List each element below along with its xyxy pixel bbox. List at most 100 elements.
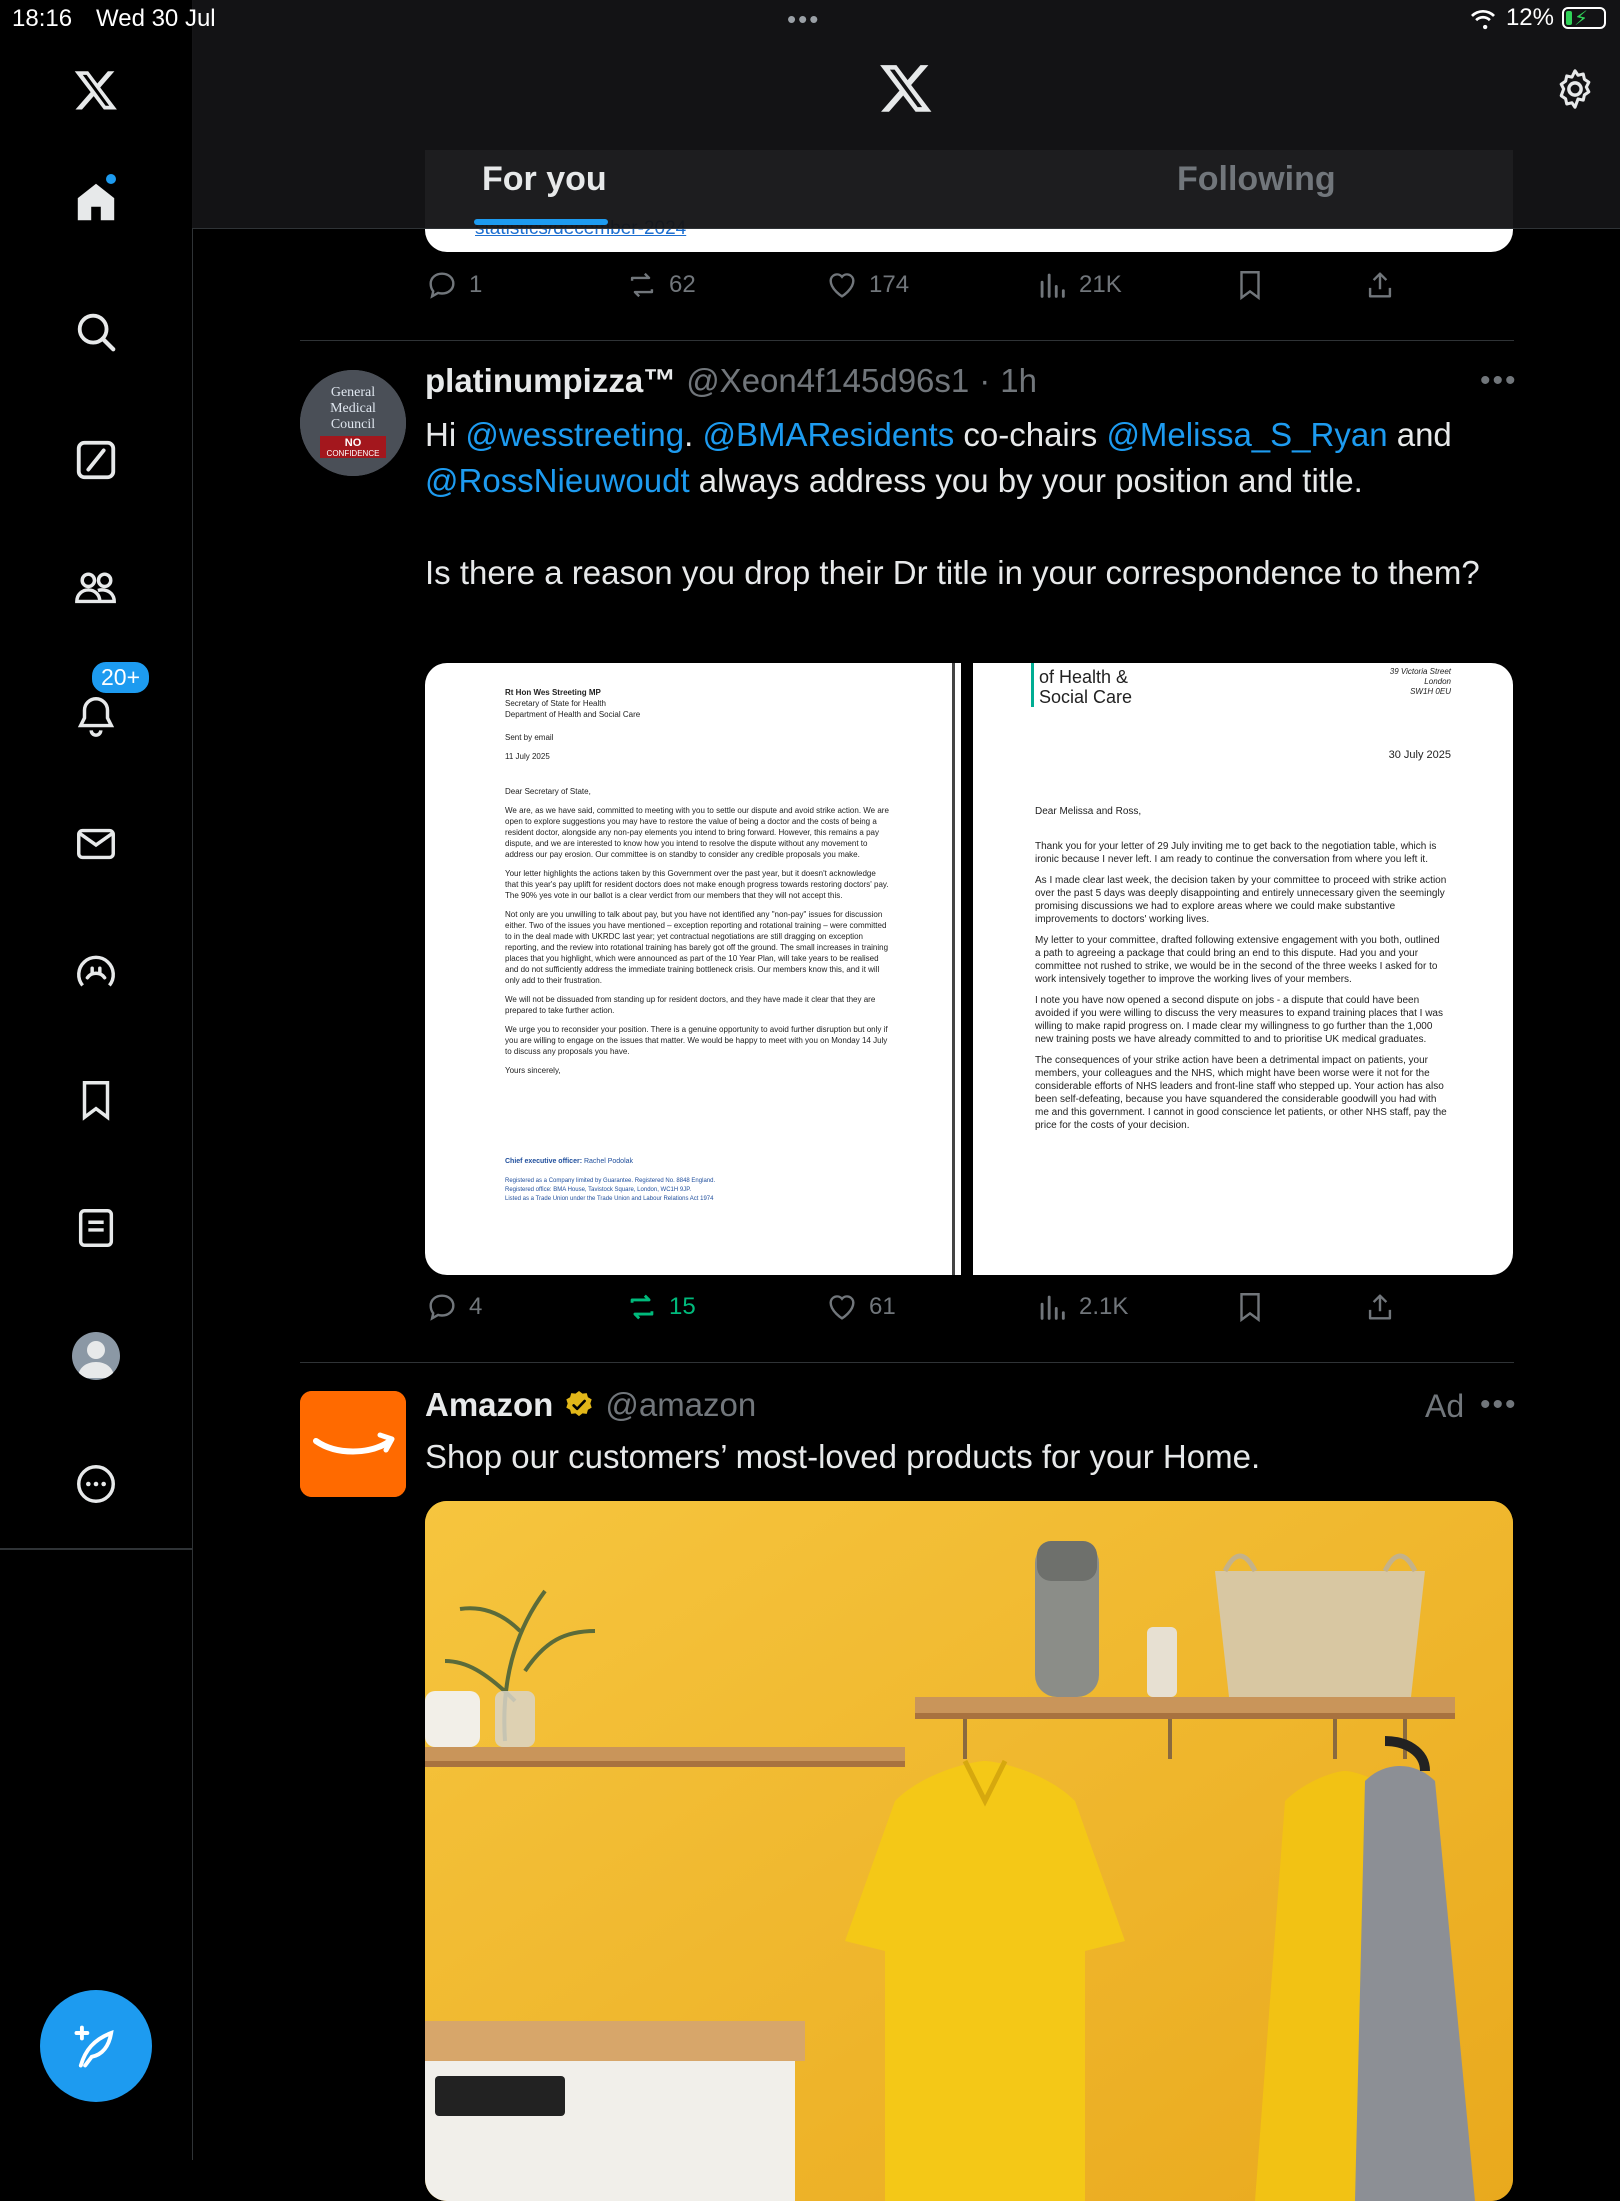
avatar[interactable]: General Medical Council NO CONFIDENCE bbox=[300, 370, 406, 476]
sidebar-item-communities[interactable] bbox=[56, 548, 136, 628]
views-icon bbox=[1040, 1295, 1065, 1320]
footer-name: Rachel Podolak bbox=[583, 1158, 634, 1165]
x-logo-icon[interactable] bbox=[56, 50, 136, 130]
sidebar-item-spaces[interactable] bbox=[56, 932, 136, 1012]
letter-para: We are, as we have said, committed to me… bbox=[505, 806, 889, 859]
sidebar-item-notifications[interactable]: 20+ bbox=[56, 660, 152, 756]
letter-addressee-3: Department of Health and Social Care bbox=[505, 710, 641, 719]
ad-product-photo bbox=[425, 1501, 1513, 2201]
repost-button[interactable]: 62 bbox=[625, 268, 696, 302]
status-date: Wed 30 Jul bbox=[96, 5, 216, 32]
dot-separator: · bbox=[979, 362, 991, 399]
views-button[interactable]: 21K bbox=[1035, 268, 1122, 302]
tab-for-you[interactable]: For you bbox=[482, 160, 607, 199]
views-button[interactable]: 2.1K bbox=[1035, 1290, 1128, 1324]
letter-date: 11 July 2025 bbox=[505, 752, 550, 761]
tweet-more-button[interactable]: ••• bbox=[1480, 364, 1518, 398]
letter-sent: Sent by email bbox=[505, 733, 554, 742]
repost-count: 62 bbox=[669, 271, 696, 298]
footer-line-2: Registered office: BMA House, Tavistock … bbox=[505, 1187, 692, 1193]
timeline[interactable]: statistics/december-2024 1 62 174 21K bbox=[192, 0, 1620, 2201]
multitasking-dots-icon[interactable]: ••• bbox=[787, 4, 820, 35]
bookmark-button[interactable] bbox=[1233, 268, 1267, 302]
dhsc-para: The consequences of your strike action h… bbox=[1035, 1055, 1447, 1131]
username[interactable]: @amazon bbox=[605, 1386, 756, 1424]
repost-count: 15 bbox=[669, 1293, 696, 1320]
tweet-more-button[interactable]: ••• bbox=[1480, 1388, 1518, 1422]
letter-para: Not only are you unwilling to talk about… bbox=[505, 910, 889, 985]
tweet-paragraph-2: Is there a reason you drop their Dr titl… bbox=[425, 554, 1480, 591]
amazon-smile-icon bbox=[300, 1391, 406, 1497]
dhsc-address-2: London bbox=[1424, 677, 1451, 686]
mention-bmaresidents[interactable]: @BMAResidents bbox=[702, 416, 954, 453]
sidebar-item-profile[interactable] bbox=[56, 1316, 136, 1396]
battery-percent: 12% bbox=[1505, 4, 1554, 31]
more-circle-icon bbox=[77, 1465, 115, 1503]
ad-image[interactable] bbox=[425, 1501, 1513, 2201]
verified-badge-icon bbox=[566, 1391, 593, 1417]
compose-feather-icon bbox=[74, 2025, 114, 2068]
like-button[interactable]: 61 bbox=[825, 1290, 896, 1324]
view-count: 2.1K bbox=[1079, 1293, 1129, 1320]
sidebar-item-home[interactable] bbox=[56, 162, 136, 242]
avatar-text-medical: Medical bbox=[330, 401, 376, 416]
amazon-avatar[interactable] bbox=[300, 1391, 406, 1497]
letter-dhsc-image[interactable]: of Health & Social Care 39 Victoria Stre… bbox=[973, 663, 1513, 1275]
timestamp[interactable]: 1h bbox=[1000, 362, 1037, 400]
repost-button[interactable]: 15 bbox=[625, 1290, 696, 1324]
tab-following[interactable]: Following bbox=[1177, 160, 1336, 199]
dhsc-line-1: of Health & bbox=[1039, 667, 1129, 687]
mention-ross[interactable]: @RossNieuwoudt bbox=[425, 462, 690, 499]
status-right: 12% ⚡ bbox=[1468, 4, 1606, 32]
letter-bma-image[interactable]: Rt Hon Wes Streeting MP Secretary of Sta… bbox=[425, 663, 961, 1275]
settings-gear-icon[interactable] bbox=[1552, 66, 1598, 112]
sidebar-item-bookmarks[interactable] bbox=[56, 1060, 136, 1140]
view-count: 21K bbox=[1079, 271, 1122, 298]
compose-button[interactable] bbox=[40, 1990, 152, 2102]
heart-icon bbox=[829, 273, 855, 298]
share-icon bbox=[1368, 1294, 1392, 1320]
ad-label: Ad bbox=[1425, 1388, 1465, 1424]
reply-count: 4 bbox=[469, 1293, 483, 1320]
share-icon bbox=[1368, 272, 1392, 298]
display-name[interactable]: Amazon bbox=[425, 1386, 553, 1424]
bookmark-button[interactable] bbox=[1233, 1290, 1267, 1324]
username[interactable]: @Xeon4f145d96s1 bbox=[686, 362, 969, 400]
share-button[interactable] bbox=[1363, 1290, 1397, 1324]
reply-icon bbox=[429, 272, 455, 299]
prev-tweet-actions: 1 62 174 21K bbox=[425, 268, 1513, 318]
dhsc-line-2: Social Care bbox=[1039, 687, 1133, 707]
sidebar-item-explore[interactable] bbox=[56, 292, 136, 372]
reply-button[interactable]: 1 bbox=[425, 268, 482, 302]
sidebar-item-messages[interactable] bbox=[56, 804, 136, 884]
footer-line-3: Listed as a Trade Union under the Trade … bbox=[505, 1196, 714, 1202]
mention-melissa[interactable]: @Melissa_S_Ryan bbox=[1106, 416, 1387, 453]
sidebar-item-more[interactable] bbox=[56, 1444, 136, 1524]
letter-signoff: Yours sincerely, bbox=[505, 1066, 561, 1075]
share-button[interactable] bbox=[1363, 268, 1397, 302]
like-count: 61 bbox=[869, 1293, 896, 1320]
dhsc-address-1: 39 Victoria Street bbox=[1389, 667, 1451, 676]
tweet-media[interactable]: Rt Hon Wes Streeting MP Secretary of Sta… bbox=[425, 663, 1513, 1275]
sidebar-item-grok[interactable] bbox=[56, 420, 136, 500]
display-name[interactable]: platinumpizza™ bbox=[425, 362, 676, 400]
sidebar-item-lists[interactable] bbox=[56, 1188, 136, 1268]
text-run: always address you by your position and … bbox=[689, 462, 1363, 499]
avatar-text-no: NO bbox=[345, 437, 362, 449]
letter-para: We will not be dissuaded from standing u… bbox=[505, 995, 876, 1015]
bookmark-icon bbox=[82, 1081, 110, 1121]
dhsc-para: I note you have now opened a second disp… bbox=[1035, 995, 1443, 1045]
dhsc-address-3: SW1H 0EU bbox=[1410, 687, 1451, 696]
grok-icon bbox=[76, 440, 116, 480]
heart-icon bbox=[829, 1295, 855, 1320]
letter-para: Your letter highlights the actions taken… bbox=[505, 869, 889, 900]
like-button[interactable]: 174 bbox=[825, 268, 909, 302]
tweet-header: platinumpizza™ @Xeon4f145d96s1 · 1h bbox=[425, 362, 1037, 400]
reply-button[interactable]: 4 bbox=[425, 1290, 482, 1324]
avatar-text-confidence: CONFIDENCE bbox=[327, 449, 380, 458]
dhsc-logo-bar bbox=[1031, 663, 1034, 707]
mention-wesstreeting[interactable]: @wesstreeting bbox=[465, 416, 684, 453]
mail-icon bbox=[77, 828, 115, 860]
x-logo-icon[interactable] bbox=[878, 60, 934, 116]
tweet-header: Amazon @amazon bbox=[425, 1386, 756, 1424]
